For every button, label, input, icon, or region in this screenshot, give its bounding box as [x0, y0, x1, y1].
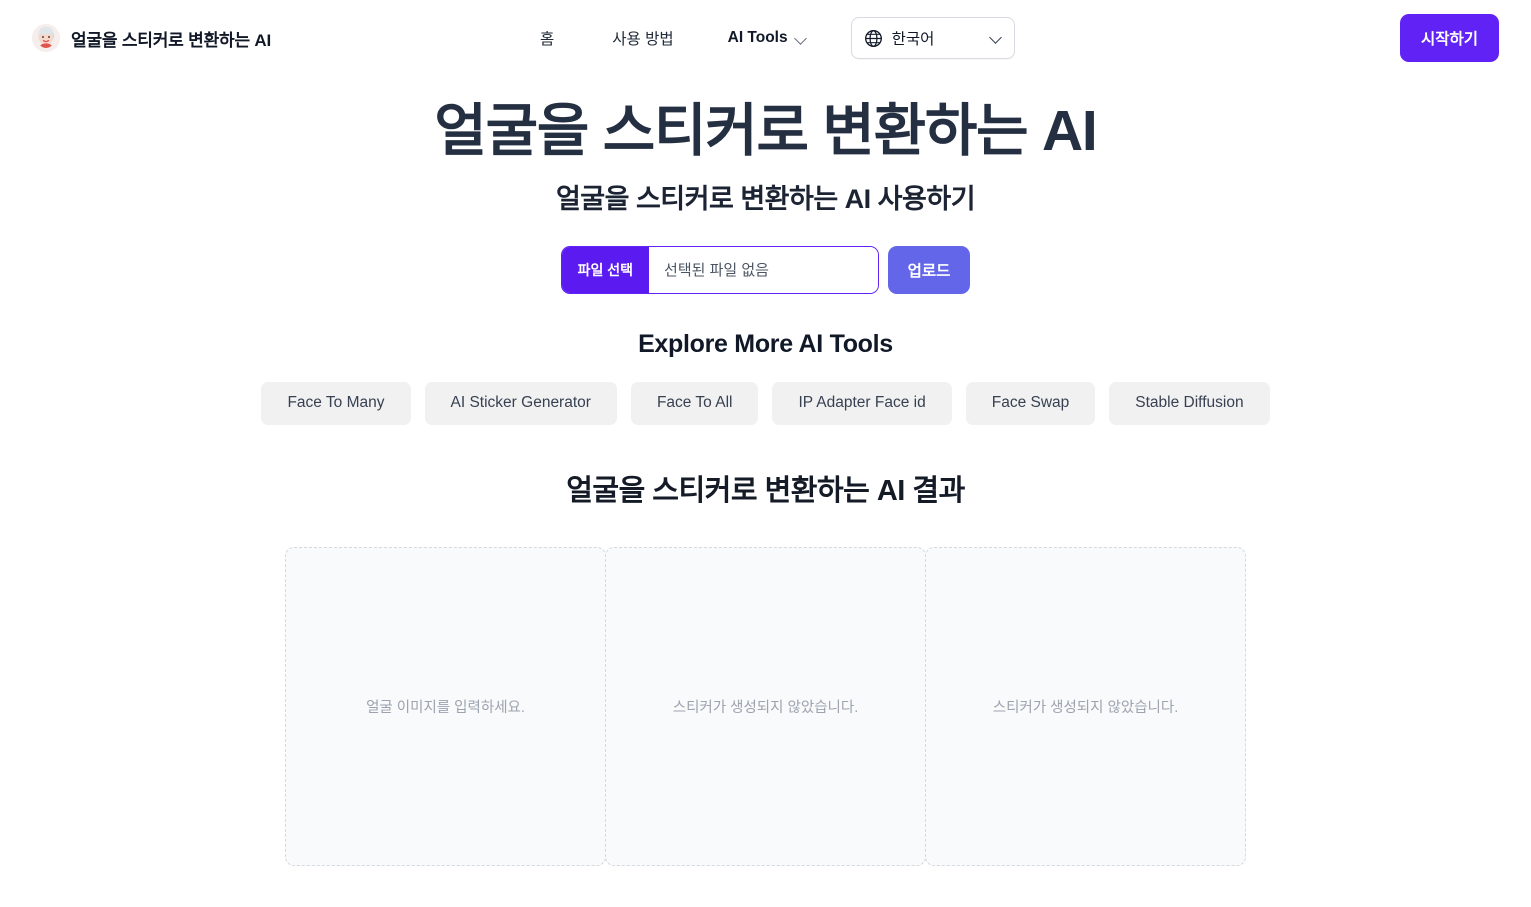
globe-icon — [864, 29, 883, 48]
tool-chip-stable-diffusion[interactable]: Stable Diffusion — [1109, 381, 1270, 425]
result-placeholder-text: 스티커가 생성되지 않았습니다. — [672, 699, 859, 716]
nav-item-howto[interactable]: 사용 방법 — [612, 19, 673, 57]
brand-title: 얼굴을 스티커로 변환하는 AI — [71, 30, 272, 50]
result-placeholder-text: 스티커가 생성되지 않았습니다. — [992, 699, 1179, 716]
chevron-down-icon — [990, 32, 1002, 44]
page-subtitle: 얼굴을 스티커로 변환하는 AI 사용하기 — [555, 183, 976, 214]
nav-item-home[interactable]: 홈 — [540, 19, 554, 57]
file-input-control[interactable]: 파일 선택 선택된 파일 없음 — [560, 245, 879, 294]
page-title: 얼굴을 스티커로 변환하는 AI — [434, 99, 1097, 163]
results-section: 얼굴을 스티커로 변환하는 AI 결과 얼굴 이미지를 입력하세요. 스티커가 … — [0, 467, 1531, 866]
result-box-output-2[interactable]: 스티커가 생성되지 않았습니다. — [925, 546, 1246, 866]
nav-item-ai-tools-label: AI Tools — [727, 29, 788, 46]
choose-file-button[interactable]: 파일 선택 — [561, 246, 650, 293]
upload-row: 파일 선택 선택된 파일 없음 업로드 — [0, 245, 1531, 294]
tool-chip-face-to-all[interactable]: Face To All — [630, 381, 759, 425]
explore-tools-section: Explore More AI Tools Face To Many AI St… — [0, 330, 1531, 425]
site-header: 얼굴을 스티커로 변환하는 AI 홈 사용 방법 AI Tools 한국어 시작… — [0, 0, 1531, 76]
main-navigation: 홈 사용 방법 AI Tools 한국어 — [540, 0, 1015, 76]
nav-item-ai-tools[interactable]: AI Tools — [728, 29, 807, 47]
chevron-down-icon — [796, 33, 807, 44]
result-box-output-1[interactable]: 스티커가 생성되지 않았습니다. — [605, 546, 926, 866]
get-started-button[interactable]: 시작하기 — [1399, 14, 1499, 62]
results-title: 얼굴을 스티커로 변환하는 AI 결과 — [566, 474, 965, 507]
hero-section: 얼굴을 스티커로 변환하는 AI 얼굴을 스티커로 변환하는 AI 사용하기 파… — [0, 76, 1531, 294]
result-placeholder-text: 얼굴 이미지를 입력하세요. — [366, 699, 525, 716]
explore-tools-title: Explore More AI Tools — [638, 329, 893, 358]
tool-chip-row: Face To Many AI Sticker Generator Face T… — [236, 381, 1296, 425]
results-grid: 얼굴 이미지를 입력하세요. 스티커가 생성되지 않았습니다. 스티커가 생성되… — [285, 546, 1246, 866]
upload-button[interactable]: 업로드 — [887, 245, 971, 294]
tool-chip-ip-adapter-face-id[interactable]: IP Adapter Face id — [772, 381, 952, 425]
tool-chip-ai-sticker-generator[interactable]: AI Sticker Generator — [424, 381, 617, 425]
brand[interactable]: 얼굴을 스티커로 변환하는 AI — [32, 24, 271, 52]
selected-file-name: 선택된 파일 없음 — [649, 246, 878, 293]
language-selected-label: 한국어 — [891, 31, 935, 48]
face-sticker-logo-icon — [32, 24, 60, 52]
tool-chip-face-to-many[interactable]: Face To Many — [261, 381, 411, 425]
tool-chip-face-swap[interactable]: Face Swap — [965, 381, 1096, 425]
result-box-input[interactable]: 얼굴 이미지를 입력하세요. — [285, 546, 606, 866]
language-selector[interactable]: 한국어 — [850, 17, 1015, 59]
